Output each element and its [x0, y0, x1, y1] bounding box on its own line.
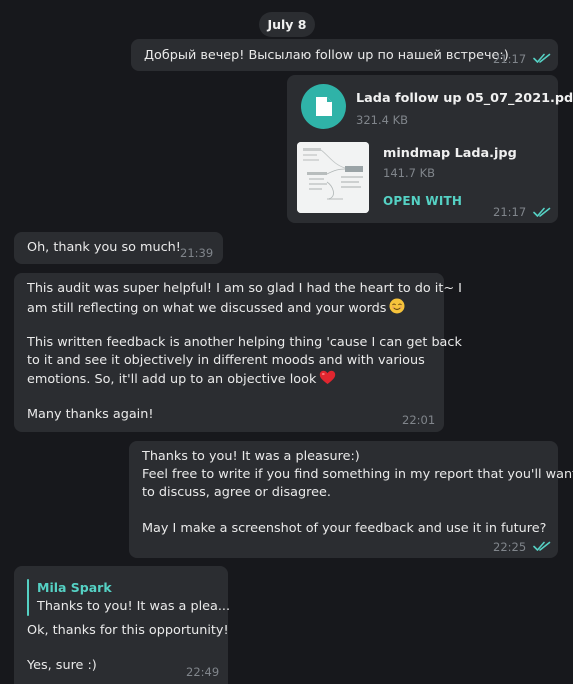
message-text: Добрый вечер! Высылаю follow up по нашей… [144, 48, 509, 63]
file-size: 141.7 KB [383, 166, 436, 180]
file-size: 321.4 KB [356, 113, 409, 127]
reply-snippet: Thanks to you! It was a plea... [37, 599, 231, 614]
reply-author: Mila Spark [37, 580, 112, 595]
incoming-message[interactable]: Oh, thank you so much! 21:39 [14, 232, 223, 264]
double-check-icon [533, 207, 551, 217]
message-time: 21:17 [493, 52, 527, 66]
reply-bar [27, 579, 29, 616]
outgoing-message[interactable]: Thanks to you! It was a pleasure:) Feel … [129, 441, 573, 558]
message-line: Feel free to write if you find something… [142, 467, 573, 482]
file-name: mindmap Lada.jpg [383, 146, 517, 161]
mindmap-thumbnail-graphic [297, 142, 369, 213]
message-line: emotions. So, it'll add up to an objecti… [27, 370, 336, 389]
message-time: 22:49 [186, 665, 220, 679]
message-line: am still reflecting on what we discussed… [27, 298, 405, 318]
document-icon-glyph [316, 97, 332, 116]
message-line: This written feedback is another helping… [27, 335, 462, 350]
outgoing-file-message[interactable]: Lada follow up 05_07_2021.pdf 321.4 KB m… [287, 75, 573, 223]
message-line: to discuss, agree or disagree. [142, 485, 331, 500]
message-line: This audit was super helpful! I am so gl… [27, 281, 462, 296]
message-time: 22:25 [493, 540, 527, 554]
red-heart-emoji [320, 370, 336, 384]
message-line: Ok, thanks for this opportunity! [27, 623, 229, 638]
message-line: May I make a screenshot of your feedback… [142, 521, 547, 536]
document-icon[interactable] [301, 84, 346, 129]
incoming-message[interactable]: This audit was super helpful! I am so gl… [14, 273, 462, 432]
smiling-face-emoji [389, 298, 405, 314]
message-text: Oh, thank you so much! [27, 240, 181, 255]
message-line: Thanks to you! It was a pleasure:) [142, 449, 360, 464]
file-name: Lada follow up 05_07_2021.pdf [356, 91, 573, 106]
double-check-icon [533, 53, 551, 63]
message-time: 21:39 [180, 246, 214, 260]
date-separator: July 8 [259, 12, 315, 37]
chat-history[interactable]: July 8 Добрый вечер! Высылаю follow up п… [0, 0, 573, 684]
outgoing-message[interactable]: Добрый вечер! Высылаю follow up по нашей… [131, 39, 558, 71]
incoming-reply-message[interactable]: Mila Spark Thanks to you! It was a plea.… [14, 566, 231, 684]
message-line-text: am still reflecting on what we discussed… [27, 301, 387, 316]
double-check-icon [533, 541, 551, 551]
message-time: 21:17 [493, 205, 527, 219]
message-line: to it and see it objectively in differen… [27, 353, 425, 368]
message-line: Yes, sure :) [27, 658, 97, 673]
open-with-link[interactable]: OPEN WITH [383, 194, 462, 208]
message-line-text: emotions. So, it'll add up to an objecti… [27, 372, 317, 387]
mindmap-thumbnail[interactable] [297, 142, 369, 213]
message-line: Many thanks again! [27, 407, 154, 422]
message-time: 22:01 [402, 413, 436, 427]
